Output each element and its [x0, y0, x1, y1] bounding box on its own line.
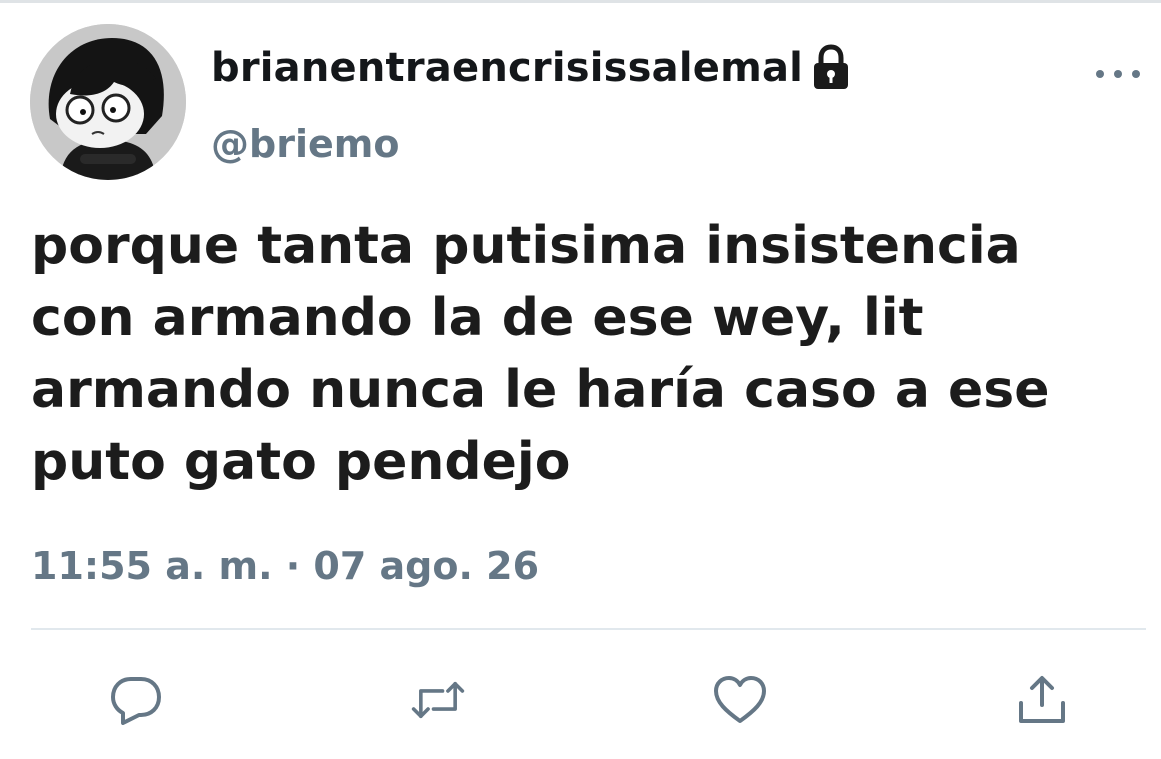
retweet-icon: [411, 681, 465, 719]
reply-icon: [111, 677, 161, 725]
retweet-button[interactable]: [410, 672, 466, 728]
lock-icon: [814, 44, 849, 89]
more-options-icon[interactable]: [1096, 62, 1140, 86]
more-dot: [1132, 70, 1140, 78]
share-button[interactable]: [1014, 672, 1070, 728]
tweet-timestamp[interactable]: 11:55 a. m. · 07 ago. 26: [31, 538, 539, 594]
display-name[interactable]: brianentraencrisissalemal: [211, 40, 803, 96]
heart-icon: [714, 676, 766, 723]
top-separator: [0, 0, 1161, 3]
tweet-text: porque tanta putisima insistencia con ar…: [31, 216, 1050, 492]
share-icon: [1019, 676, 1065, 723]
avatar[interactable]: [30, 24, 186, 180]
display-name-row: brianentraencrisissalemal: [211, 40, 853, 96]
avatar-image: [30, 24, 186, 180]
divider: [31, 628, 1146, 630]
more-dot: [1096, 70, 1104, 78]
more-dot: [1114, 70, 1122, 78]
user-handle[interactable]: @briemo: [211, 116, 399, 172]
like-button[interactable]: [712, 672, 768, 728]
reply-button[interactable]: [108, 672, 164, 728]
